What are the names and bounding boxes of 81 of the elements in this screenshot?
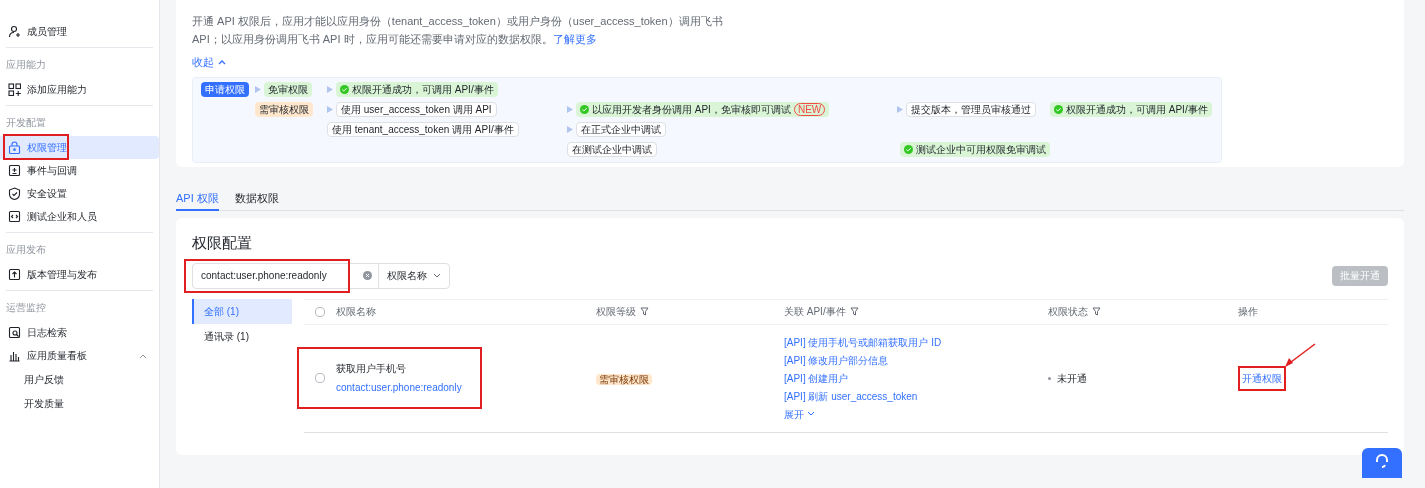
flow-node: 需审核权限 [255, 102, 313, 117]
sidebar-item[interactable]: 安全设置 [0, 182, 159, 205]
intro-text: 开通 API 权限后，应用才能以应用身份（tenant_access_token）或用户身份（user_access_token）调用飞书 API；以应用身份调用飞书 API 时，应用可能还需要申请对应的数据权限。了解更多 [192, 15, 723, 45]
filter-icon[interactable] [1092, 307, 1101, 316]
expand-link[interactable]: 展开 [784, 406, 815, 422]
sidebar-item[interactable]: 测试企业和人员 [0, 205, 159, 228]
sidebar-item[interactable]: 事件与回调 [0, 159, 159, 182]
chevron-up-icon [218, 59, 226, 66]
category-item[interactable]: 全部 (1) [192, 298, 292, 324]
flow-node: 免审权限 [264, 82, 312, 97]
collapse-link[interactable]: 收起 [192, 54, 226, 71]
level-tag: 需审核权限 [596, 374, 652, 385]
bar-chart-icon [8, 349, 21, 362]
sidebar-item[interactable]: 权限管理 [0, 136, 159, 159]
headset-icon [1375, 454, 1389, 468]
flow-node: 以应用开发者身份调用 API，免审核即可调试 NEW [576, 102, 830, 117]
api-link[interactable]: [API] 使用手机号或邮箱获取用户 ID [784, 334, 942, 350]
category-item[interactable]: 通讯录 (1) [192, 323, 292, 349]
sidebar-subitem[interactable]: 用户反馈 [0, 367, 159, 391]
help-button[interactable] [1362, 448, 1402, 478]
sidebar-subitem[interactable]: 开发质量 [0, 391, 159, 415]
panel-title: 权限配置 [192, 233, 253, 253]
column-header: 操作 [1238, 305, 1258, 319]
flow-node: 在正式企业中调试 [576, 122, 666, 137]
sidebar-item[interactable]: 添加应用能力 [0, 78, 159, 101]
flow-node: 提交版本，管理员审核通过 [906, 102, 1036, 117]
filter-icon[interactable] [849, 307, 859, 316]
flow-node: 在测试企业中调试 [567, 142, 657, 157]
arrow-icon [327, 86, 333, 93]
clear-icon[interactable] [363, 271, 372, 280]
flow-node: 使用 tenant_access_token 调用 API/事件 [327, 122, 519, 137]
search-type-select[interactable]: 权限名称 [378, 263, 449, 288]
log-search-icon [8, 326, 21, 339]
section-label: 运营监控 [5, 300, 47, 315]
chevron-down-icon [433, 272, 441, 279]
sidebar-item[interactable]: 应用质量看板 [0, 344, 159, 367]
tab[interactable]: 数据权限 [234, 187, 279, 211]
sidebar-item[interactable]: 日志检索 [0, 321, 159, 344]
arrow-icon [567, 106, 573, 113]
lock-icon [8, 141, 21, 154]
shield-check-icon [8, 187, 21, 200]
column-header: 关联 API/事件 [784, 305, 846, 319]
section-label: 应用能力 [5, 57, 47, 72]
status-text: 未开通 [1057, 371, 1087, 386]
section-label: 应用发布 [5, 242, 47, 257]
sidebar-item[interactable]: 版本管理与发布 [0, 263, 159, 286]
api-link[interactable]: [API] 修改用户部分信息 [784, 352, 889, 368]
checkbox[interactable] [315, 306, 325, 317]
flow-node: 权限开通成功，可调用 API/事件 [336, 82, 498, 97]
flow-node: 权限开通成功，可调用 API/事件 [1050, 102, 1212, 117]
check-circle-icon [904, 145, 913, 154]
enable-permission-link[interactable]: 开通权限 [1238, 366, 1286, 391]
column-header: 权限名称 [336, 305, 376, 319]
tab[interactable]: API 权限 [176, 187, 219, 211]
api-link[interactable]: [API] 刷新 user_access_token [784, 388, 918, 404]
upload-box-icon [8, 268, 21, 281]
arrow-icon [327, 106, 333, 113]
event-box-icon [8, 164, 21, 177]
api-link[interactable]: [API] 创建用户 [784, 370, 849, 386]
flow-node: 测试企业中可用权限免审调试 [900, 142, 1050, 157]
flow-node: 申请权限 [201, 82, 249, 97]
section-label: 开发配置 [5, 115, 47, 130]
scope-link[interactable]: contact:user.phone:readonly [336, 380, 462, 395]
check-circle-icon [1054, 105, 1063, 114]
sidebar-item[interactable]: 成员管理 [0, 20, 159, 43]
checkbox[interactable] [315, 373, 325, 383]
grid-plus-icon [8, 83, 21, 96]
column-header: 权限状态 [1048, 305, 1088, 319]
code-box-icon [8, 210, 21, 223]
arrow-icon [255, 86, 261, 93]
permission-name: 获取用户手机号 [336, 362, 406, 376]
check-circle-icon [580, 105, 589, 114]
arrow-icon [897, 106, 903, 113]
user-add-icon [8, 25, 21, 38]
flow-node: 使用 user_access_token 调用 API [336, 102, 497, 117]
check-circle-icon [340, 85, 349, 94]
filter-icon[interactable] [640, 307, 649, 316]
learn-more-link[interactable]: 了解更多 [552, 33, 597, 45]
column-header: 权限等级 [596, 305, 636, 319]
chevron-down-icon [807, 411, 815, 417]
arrow-icon [567, 126, 573, 133]
